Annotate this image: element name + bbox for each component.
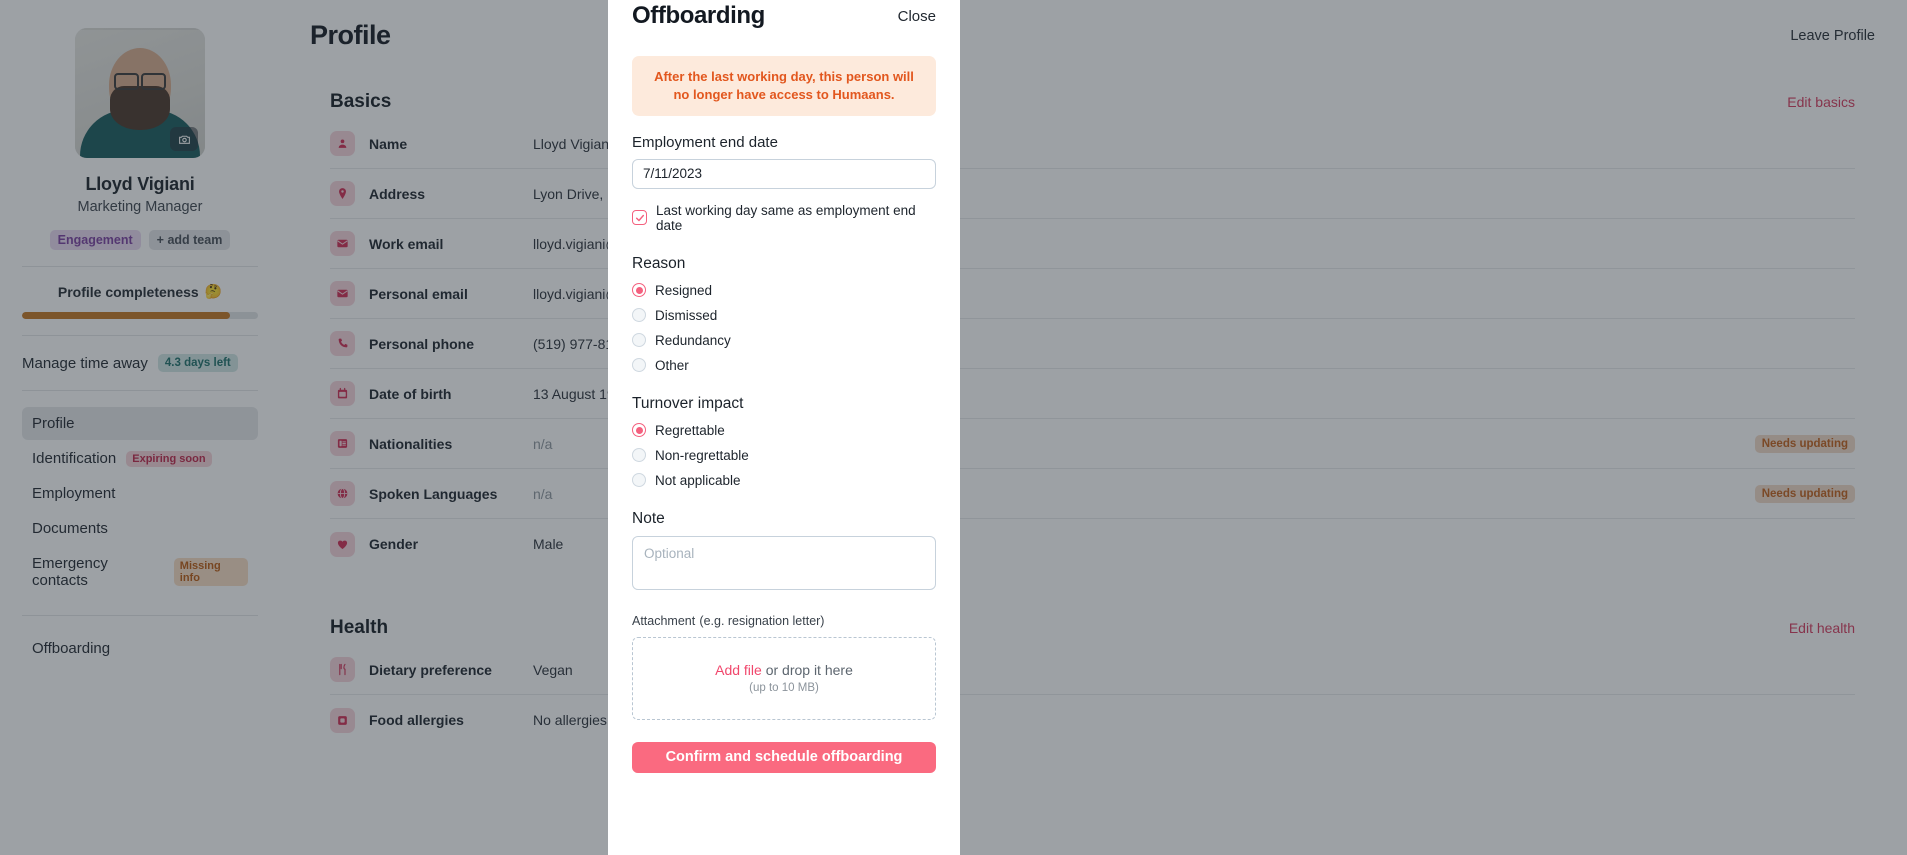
dropzone-size-hint: (up to 10 MB) [749, 682, 819, 695]
radio-label: Other [655, 357, 689, 373]
turnover-option-regrettable[interactable]: Regrettable [632, 423, 936, 438]
turnover-option-non-regrettable[interactable]: Non-regrettable [632, 448, 936, 463]
reason-option-other[interactable]: Other [632, 358, 936, 373]
radio-selected-icon[interactable] [632, 283, 646, 298]
radio-unselected-icon[interactable] [632, 473, 646, 488]
radio-label: Regrettable [655, 422, 725, 438]
close-button[interactable]: Close [898, 8, 936, 25]
app-root: Lloyd Vigiani Marketing Manager Engageme… [0, 0, 1907, 855]
note-label: Note [632, 509, 665, 527]
reason-radio-group: Resigned Dismissed Redundancy Other [632, 283, 936, 373]
radio-unselected-icon[interactable] [632, 358, 646, 373]
reason-option-redundancy[interactable]: Redundancy [632, 333, 936, 348]
radio-label: Redundancy [655, 332, 731, 348]
reason-label: Reason [632, 254, 686, 272]
same-day-checkbox-row[interactable]: Last working day same as employment end … [632, 203, 936, 233]
reason-option-resigned[interactable]: Resigned [632, 283, 936, 298]
radio-label: Not applicable [655, 472, 741, 488]
add-file-link[interactable]: Add file [715, 662, 762, 678]
radio-label: Resigned [655, 282, 713, 298]
dropzone-text: Add file or drop it here [715, 662, 853, 678]
reason-option-dismissed[interactable]: Dismissed [632, 308, 936, 323]
dropzone-rest: or drop it here [761, 662, 853, 679]
turnover-label: Turnover impact [632, 394, 744, 412]
attachment-hint: (e.g. resignation letter) [699, 613, 825, 628]
radio-selected-icon[interactable] [632, 423, 646, 438]
same-day-checkbox-label: Last working day same as employment end … [656, 202, 916, 233]
radio-unselected-icon[interactable] [632, 308, 646, 323]
file-dropzone[interactable]: Add file or drop it here (up to 10 MB) [632, 636, 936, 720]
modal-header: Offboarding Close [632, 0, 936, 30]
checkbox-checked-icon[interactable] [632, 210, 647, 226]
attachment-label: Attachment (e.g. resignation letter) [632, 612, 936, 629]
end-date-label: Employment end date [632, 133, 778, 151]
modal-title: Offboarding [632, 2, 765, 29]
radio-label: Non-regrettable [655, 447, 749, 463]
offboarding-modal: Offboarding Close After the last working… [608, 0, 960, 855]
confirm-offboarding-button[interactable]: Confirm and schedule offboarding [632, 741, 936, 773]
attachment-label-text: Attachment [632, 613, 696, 628]
end-date-input[interactable]: 7/11/2023 [632, 158, 936, 189]
radio-label: Dismissed [655, 307, 718, 323]
turnover-radio-group: Regrettable Non-regrettable Not applicable [632, 423, 936, 488]
radio-unselected-icon[interactable] [632, 448, 646, 463]
offboarding-alert: After the last working day, this person … [632, 56, 936, 116]
turnover-option-not-applicable[interactable]: Not applicable [632, 473, 936, 488]
radio-unselected-icon[interactable] [632, 333, 646, 348]
note-textarea[interactable]: Optional [632, 535, 936, 590]
